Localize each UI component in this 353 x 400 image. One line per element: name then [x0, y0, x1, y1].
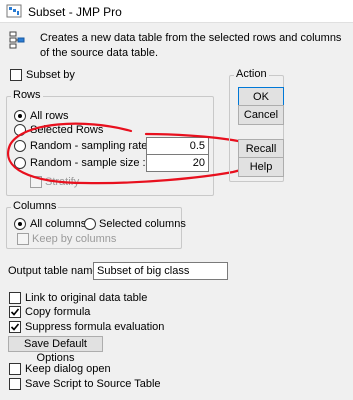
sample-size-radio[interactable]: [14, 157, 26, 169]
link-original-label: Link to original data table: [25, 292, 148, 304]
sample-size-input[interactable]: 20: [146, 154, 209, 172]
title-bar: Subset - JMP Pro: [0, 0, 353, 23]
dialog-description: Creates a new data table from the select…: [40, 32, 342, 59]
ok-button[interactable]: OK: [238, 87, 284, 107]
keep-dialog-open-checkbox[interactable]: [9, 363, 21, 375]
suppress-formula-checkbox[interactable]: [9, 321, 21, 333]
subset-table-icon: [9, 31, 25, 49]
cancel-button[interactable]: Cancel: [238, 105, 284, 125]
all-rows-label: All rows: [30, 110, 69, 122]
selected-columns-label: Selected columns: [99, 218, 186, 230]
all-rows-radio[interactable]: [14, 110, 26, 122]
sampling-rate-input[interactable]: 0.5: [146, 137, 209, 155]
check-icon: [10, 308, 20, 316]
subset-by-label: Subset by: [26, 69, 75, 81]
output-table-name-label: Output table name:: [8, 265, 102, 277]
all-columns-radio[interactable]: [14, 218, 26, 230]
sampling-rate-label: Random - sampling rate:: [30, 140, 151, 152]
save-script-label: Save Script to Source Table: [25, 378, 161, 390]
sampling-rate-radio[interactable]: [14, 140, 26, 152]
stratify-checkbox[interactable]: [30, 176, 42, 188]
output-table-name-input[interactable]: Subset of big class: [93, 262, 228, 280]
link-original-checkbox[interactable]: [9, 292, 21, 304]
keep-by-columns-label: Keep by columns: [32, 233, 117, 245]
save-script-checkbox[interactable]: [9, 378, 21, 390]
all-columns-label: All columns: [30, 218, 87, 230]
subset-by-checkbox[interactable]: [10, 69, 22, 81]
action-group-label: Action: [234, 68, 269, 81]
stratify-label: Stratify: [45, 176, 80, 188]
recall-button[interactable]: Recall: [238, 139, 284, 159]
keep-dialog-open-label: Keep dialog open: [25, 363, 111, 375]
copy-formula-label: Copy formula: [25, 306, 91, 318]
check-icon: [10, 323, 20, 331]
keep-by-columns-checkbox[interactable]: [17, 233, 29, 245]
rows-group-label: Rows: [11, 89, 43, 102]
sample-size-label: Random - sample size :: [30, 157, 146, 169]
suppress-formula-label: Suppress formula evaluation: [25, 321, 165, 333]
save-default-options-button[interactable]: Save Default Options: [8, 336, 103, 364]
copy-formula-checkbox[interactable]: [9, 306, 21, 318]
columns-group-label: Columns: [11, 200, 59, 213]
help-button[interactable]: Help: [238, 157, 284, 177]
selected-columns-radio[interactable]: [84, 218, 96, 230]
selected-rows-label: Selected Rows: [30, 124, 104, 136]
window-title: Subset - JMP Pro: [28, 5, 122, 19]
jmp-app-icon: [6, 4, 22, 18]
selected-rows-radio[interactable]: [14, 124, 26, 136]
